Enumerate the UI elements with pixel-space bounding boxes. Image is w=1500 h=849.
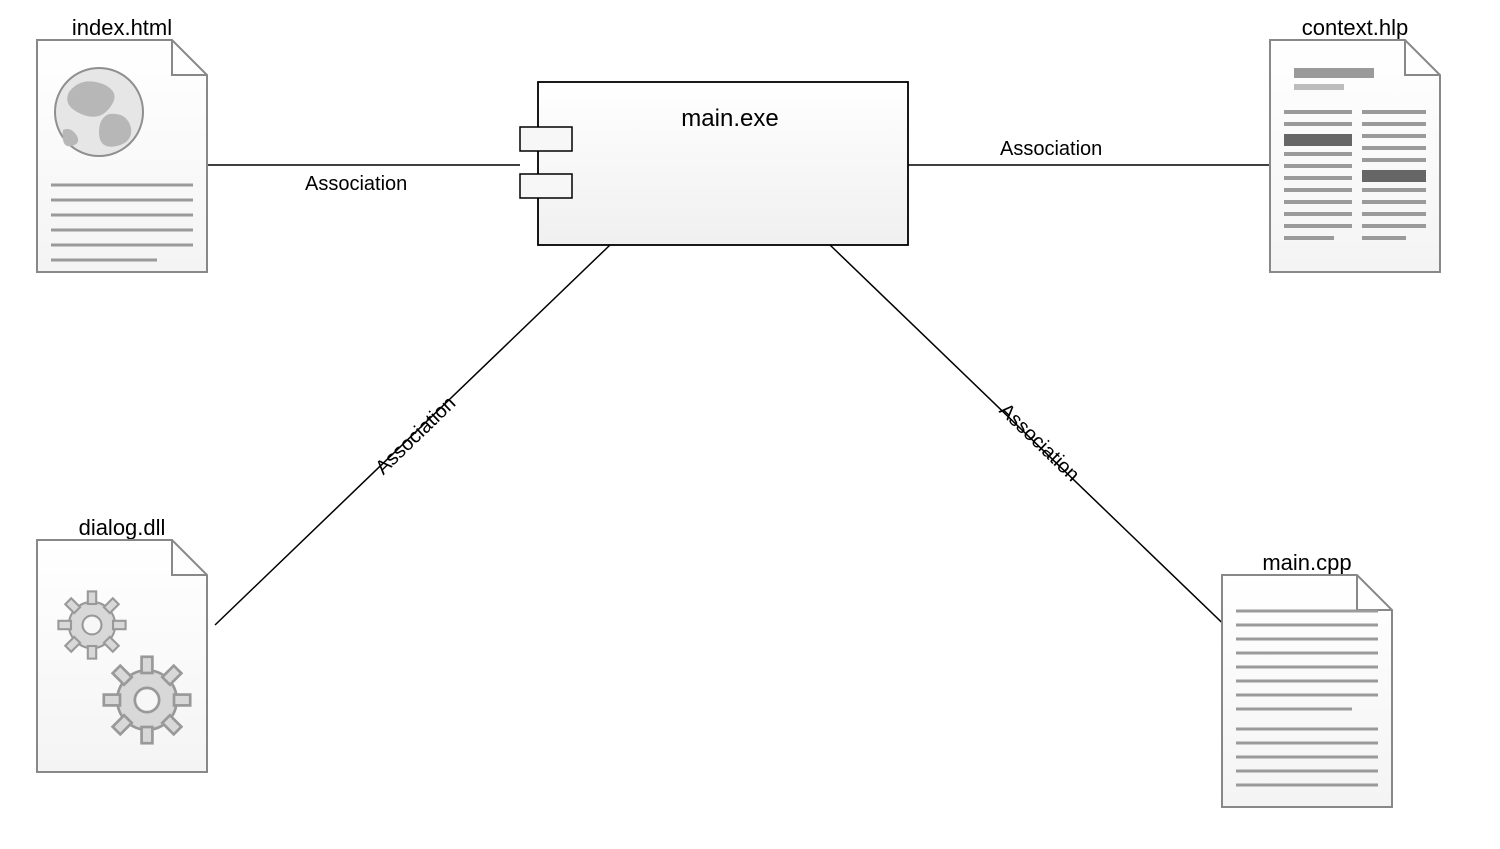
- file-icon: [37, 40, 207, 272]
- globe-icon: [55, 68, 143, 156]
- file-icon: [1222, 575, 1392, 807]
- component-label: main.exe: [681, 105, 778, 132]
- artifact-label: main.cpp: [1262, 550, 1351, 575]
- uml-component-diagram: Association Association Association Asso…: [0, 0, 1500, 849]
- edge-label-maincpp: Association: [995, 399, 1084, 486]
- file-icon: [37, 540, 208, 772]
- artifact-label: context.hlp: [1302, 15, 1408, 40]
- edge-label-index: Association: [305, 173, 407, 195]
- component-main-exe: main.exe: [520, 82, 908, 245]
- artifact-label: dialog.dll: [79, 515, 166, 540]
- edge-label-dialog: Association: [371, 392, 460, 479]
- file-icon: [1270, 40, 1440, 272]
- artifact-main-cpp: main.cpp: [1222, 550, 1392, 807]
- edge-label-context: Association: [1000, 138, 1102, 160]
- artifact-dialog-dll: dialog.dll: [37, 515, 208, 772]
- artifact-context-hlp: context.hlp: [1270, 15, 1440, 272]
- artifact-label: index.html: [72, 15, 172, 40]
- artifact-index-html: index.html: [37, 15, 207, 272]
